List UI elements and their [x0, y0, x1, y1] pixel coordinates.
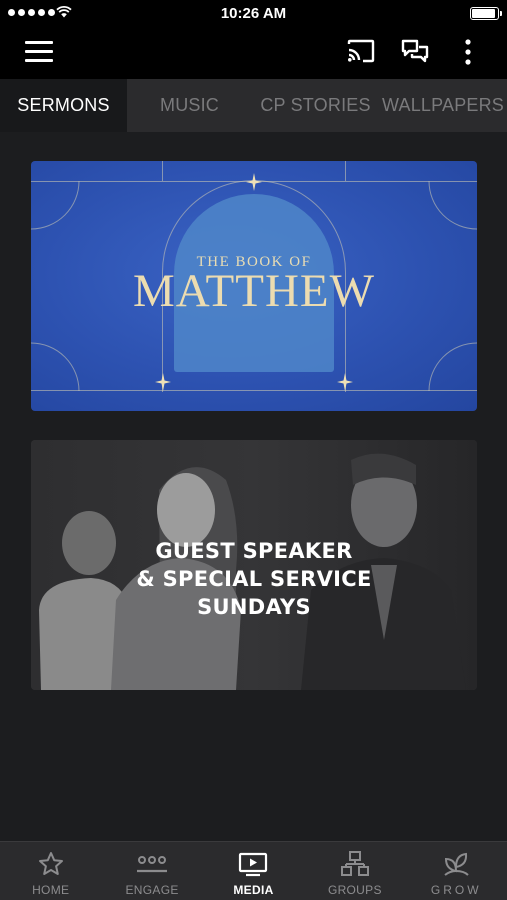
sprout-icon [444, 852, 469, 876]
sermon-series-card-matthew[interactable]: THE BOOK OF MATTHEW [31, 161, 477, 411]
hamburger-menu-icon[interactable] [25, 41, 53, 63]
media-tab-bar: SERMONS MUSIC CP STORIES WALLPAPERS [0, 79, 507, 132]
tab-music[interactable]: MUSIC [127, 79, 252, 132]
series-title: MATTHEW [133, 265, 375, 317]
sparkle-icon [155, 373, 171, 391]
nav-home[interactable]: HOME [0, 842, 101, 900]
guest-title-line-1: GUEST SPEAKER [155, 539, 353, 563]
status-time: 10:26 AM [220, 5, 287, 22]
sparkle-icon [246, 173, 262, 191]
cast-icon[interactable] [346, 38, 376, 64]
tab-cp-stories[interactable]: CP STORIES [252, 79, 379, 132]
nav-label-home: HOME [32, 883, 70, 897]
app-header [0, 26, 507, 79]
nav-label-media: MEDIA [233, 883, 274, 897]
groups-icon [340, 851, 369, 876]
nav-groups[interactable]: GROUPS [304, 842, 405, 900]
people-icon [137, 856, 168, 873]
tab-wallpapers[interactable]: WALLPAPERS [379, 79, 507, 132]
chat-icon[interactable] [401, 38, 429, 64]
nav-grow[interactable]: GROW [406, 842, 507, 900]
bottom-navigation: HOME ENGAGE MEDIA GROUPS GROW [0, 841, 507, 900]
battery-icon [470, 7, 502, 20]
sermon-series-card-guest-speaker[interactable]: GUEST SPEAKER & SPECIAL SERVICE SUNDAYS [31, 440, 477, 690]
guest-title-line-3: SUNDAYS [197, 595, 311, 619]
sparkle-icon [337, 373, 353, 391]
guest-title-line-2: & SPECIAL SERVICE [136, 567, 372, 591]
tv-play-icon [239, 852, 268, 877]
nav-media[interactable]: MEDIA [203, 842, 304, 900]
more-vertical-icon[interactable] [460, 38, 476, 66]
tab-sermons[interactable]: SERMONS [0, 79, 127, 132]
nav-label-grow: GROW [430, 883, 482, 897]
nav-label-groups: GROUPS [327, 883, 382, 897]
nav-label-engage: ENGAGE [125, 883, 179, 897]
nav-engage[interactable]: ENGAGE [101, 842, 202, 900]
star-icon [38, 852, 63, 875]
status-bar: 10:26 AM [0, 0, 507, 26]
guest-speaker-title: GUEST SPEAKER & SPECIAL SERVICE SUNDAYS [31, 537, 477, 621]
